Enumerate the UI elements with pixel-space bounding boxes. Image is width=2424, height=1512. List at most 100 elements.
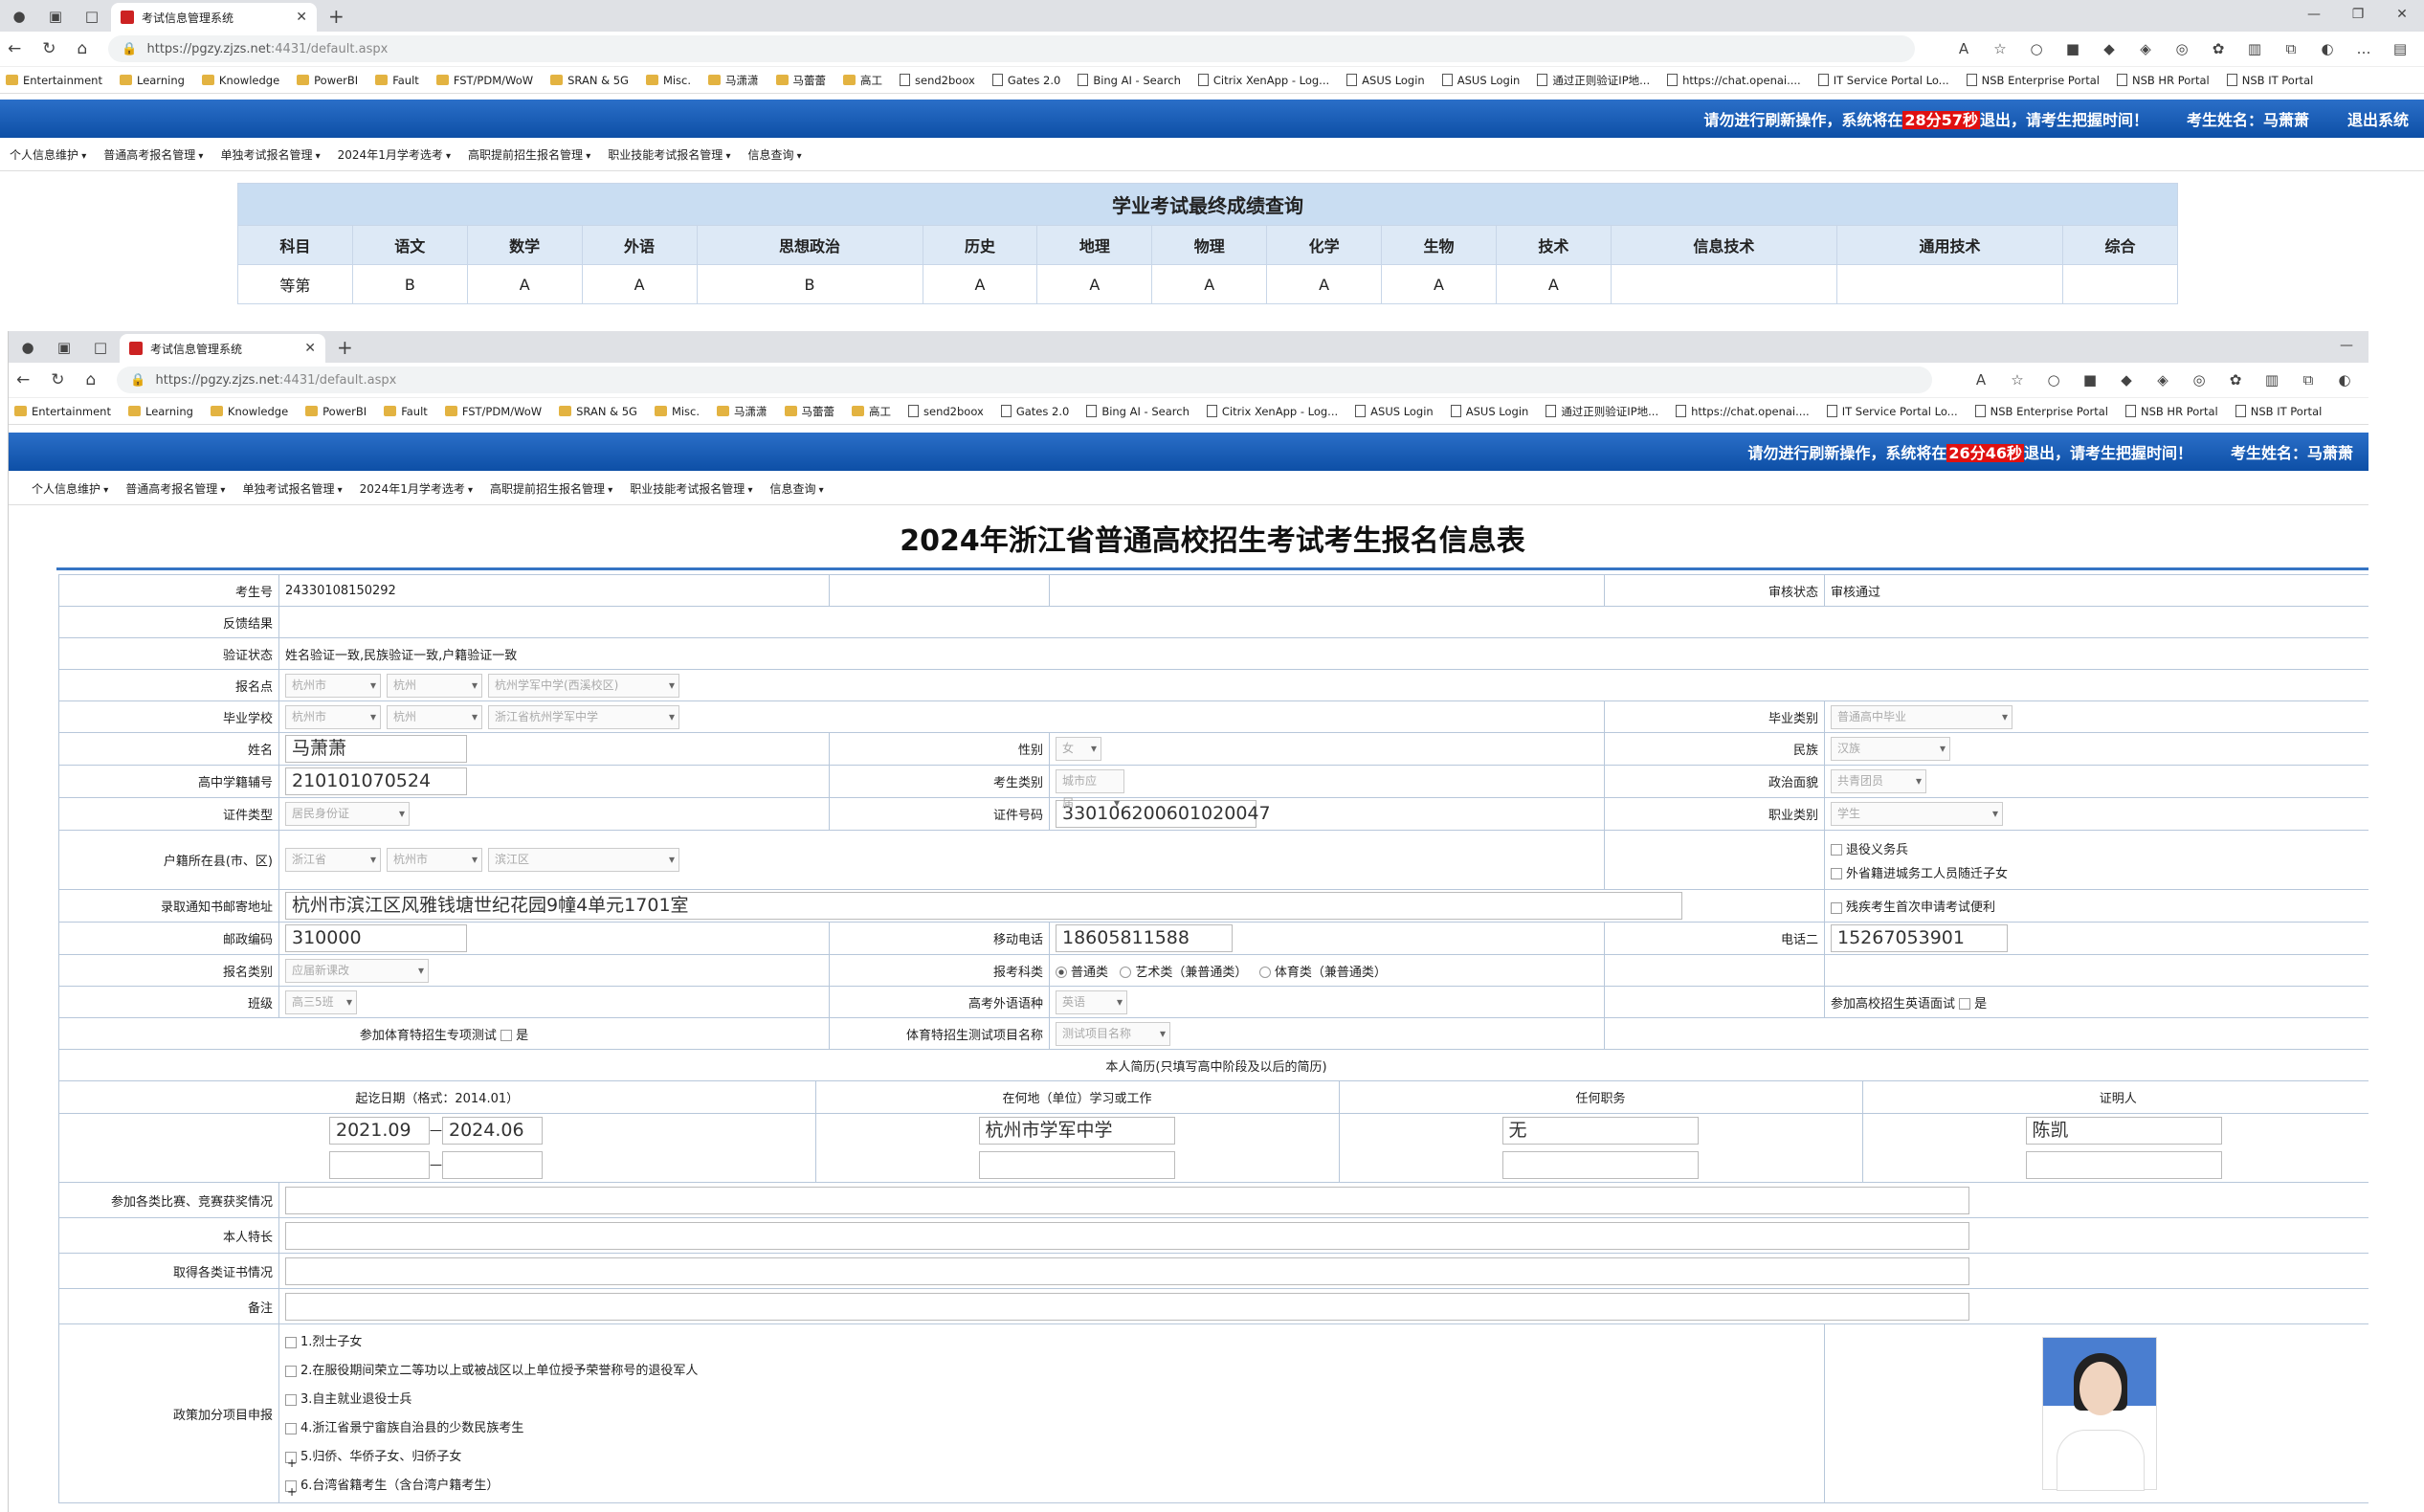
gender-select[interactable]: 女	[1056, 737, 1101, 761]
bookmark-item[interactable]: PowerBI	[305, 405, 367, 418]
tab-actions-icon[interactable]: □	[78, 8, 105, 25]
menu-item[interactable]: 2024年1月学考选考	[338, 146, 451, 163]
bookmark-item[interactable]: send2boox	[908, 405, 984, 418]
menu-item[interactable]: 职业技能考试报名管理	[608, 146, 730, 163]
bookmark-item[interactable]: IT Service Portal Lo...	[1826, 405, 1958, 418]
id-type-select[interactable]: 居民身份证	[285, 802, 410, 826]
political-status-select[interactable]: 共青团员	[1831, 769, 1926, 793]
menu-item[interactable]: 信息查询	[747, 146, 801, 163]
extension-icon[interactable]: ○	[2045, 371, 2062, 389]
bookmark-item[interactable]: Knowledge	[201, 74, 279, 87]
sidebar-icon[interactable]: ▤	[2391, 40, 2409, 57]
menu-item[interactable]: 普通高考报名管理	[125, 480, 225, 497]
category-general-radio[interactable]	[1056, 967, 1067, 978]
graduation-type-select[interactable]: 普通高中毕业	[1831, 704, 2013, 729]
close-tab-icon[interactable]: ✕	[296, 10, 307, 25]
policy-1-checkbox[interactable]	[285, 1336, 297, 1348]
bookmark-item[interactable]: NSB Enterprise Portal	[1974, 405, 2108, 418]
policy-2-checkbox[interactable]	[285, 1365, 297, 1377]
extension-icon[interactable]: ◎	[2190, 371, 2208, 389]
new-tab-button[interactable]: +	[328, 3, 345, 32]
certificates-field[interactable]	[285, 1256, 1969, 1285]
graduation-city-select[interactable]: 杭州市	[285, 704, 381, 729]
tab-exam-system[interactable]: 考试信息管理系统 ✕	[120, 334, 325, 363]
bookmark-item[interactable]: Gates 2.0	[991, 74, 1060, 87]
menu-item[interactable]: 单独考试报名管理	[220, 146, 320, 163]
home-icon[interactable]: ⌂	[78, 39, 88, 58]
bookmark-item[interactable]: 马潇潇	[708, 73, 759, 88]
menu-item[interactable]: 高职提前招生报名管理	[468, 146, 590, 163]
profile-icon[interactable]: ●	[14, 339, 41, 356]
workspaces-icon[interactable]: ▣	[51, 339, 78, 356]
extension-icon[interactable]: ◆	[2118, 371, 2135, 389]
mail-address-field[interactable]: 杭州市滨江区风雅钱塘世纪花园9幢4单元1701室	[285, 892, 1682, 920]
bookmark-item[interactable]: SRAN & 5G	[550, 74, 629, 87]
household-city-select[interactable]: 杭州市	[387, 848, 482, 872]
migrant-child-checkbox[interactable]	[1831, 868, 1842, 879]
profile-icon[interactable]: ●	[6, 8, 33, 25]
bookmark-item[interactable]: FST/PDM/WoW	[444, 405, 542, 418]
ethnicity-select[interactable]: 汉族	[1831, 737, 1950, 761]
bookmark-item[interactable]: 通过正则验证IP地...	[1546, 404, 1658, 419]
read-aloud-icon[interactable]: A	[1972, 371, 1990, 389]
extension-icon[interactable]: ◎	[2173, 40, 2190, 57]
resume-duty-field[interactable]: 无	[1501, 1116, 1699, 1145]
bookmark-item[interactable]: 马蕾蕾	[784, 404, 834, 419]
resume-start-date-field[interactable]: 2021.09	[329, 1116, 430, 1145]
bookmark-item[interactable]: NSB Enterprise Portal	[1966, 74, 2100, 87]
registration-district-select[interactable]: 杭州	[387, 673, 482, 698]
name-field[interactable]: 马萧萧	[285, 735, 467, 763]
extension-icon[interactable]: ◐	[2319, 40, 2336, 57]
bookmark-item[interactable]: ASUS Login	[1355, 405, 1434, 418]
bookmark-item[interactable]: 高工	[843, 73, 882, 88]
phone2-field[interactable]: 15267053901	[1831, 924, 2008, 952]
read-aloud-icon[interactable]: A	[1955, 40, 1972, 57]
bookmark-item[interactable]: PowerBI	[297, 74, 358, 87]
occupation-select[interactable]: 学生	[1831, 802, 2003, 826]
bookmark-item[interactable]: Fault	[384, 405, 428, 418]
close-tab-icon[interactable]: ✕	[304, 341, 316, 356]
extension-icon[interactable]: ✿	[2210, 40, 2227, 57]
candidate-type-select[interactable]: 城市应届	[1056, 769, 1124, 814]
bookmark-item[interactable]: Knowledge	[210, 405, 288, 418]
household-district-select[interactable]: 滨江区	[488, 848, 679, 872]
bookmark-item[interactable]: Learning	[119, 74, 185, 87]
bookmark-item[interactable]: Fault	[375, 74, 419, 87]
graduation-school-select[interactable]: 浙江省杭州学军中学	[488, 704, 679, 729]
bookmark-item[interactable]: Misc.	[645, 74, 691, 87]
bookmark-item[interactable]: SRAN & 5G	[559, 405, 637, 418]
extension-icon[interactable]: ✿	[2227, 371, 2244, 389]
extension-icon[interactable]: ◐	[2336, 371, 2353, 389]
registration-city-select[interactable]: 杭州市	[285, 673, 381, 698]
url-input[interactable]: 🔒 https://pgzy.zjzs.net:4431/default.aspx	[108, 35, 1915, 62]
minimize-icon[interactable]: —	[2324, 331, 2368, 360]
registration-type-select[interactable]: 应届新课改	[285, 958, 429, 983]
bookmark-item[interactable]: NSB IT Portal	[2226, 74, 2313, 87]
mobile-field[interactable]: 18605811588	[1056, 924, 1233, 952]
extension-icon[interactable]: ◆	[2101, 40, 2118, 57]
postcode-field[interactable]: 310000	[285, 924, 467, 952]
bookmark-item[interactable]: ASUS Login	[1346, 74, 1425, 87]
minimize-icon[interactable]: —	[2292, 0, 2336, 29]
bookmark-item[interactable]: Gates 2.0	[1000, 405, 1069, 418]
resume-place-field[interactable]	[978, 1150, 1175, 1179]
refresh-icon[interactable]: ↻	[42, 39, 56, 58]
bookmark-item[interactable]: Entertainment	[6, 74, 102, 87]
category-sports-radio[interactable]	[1258, 967, 1271, 978]
foreign-language-select[interactable]: 英语	[1056, 989, 1127, 1014]
graduation-district-select[interactable]: 杭州	[387, 704, 482, 729]
policy-3-checkbox[interactable]	[285, 1393, 297, 1406]
bookmark-item[interactable]: ASUS Login	[1441, 74, 1520, 87]
resume-end-date-field[interactable]	[442, 1150, 543, 1179]
bookmark-item[interactable]: NSB HR Portal	[2116, 74, 2210, 87]
tab-actions-icon[interactable]: □	[87, 339, 114, 356]
household-province-select[interactable]: 浙江省	[285, 848, 381, 872]
extension-icon[interactable]: ○	[2028, 40, 2045, 57]
veteran-checkbox[interactable]	[1831, 844, 1842, 856]
menu-item[interactable]: 普通高考报名管理	[103, 146, 203, 163]
resume-witness-field[interactable]	[2025, 1150, 2222, 1179]
bookmark-item[interactable]: FST/PDM/WoW	[435, 74, 533, 87]
category-art-radio[interactable]	[1120, 967, 1132, 978]
favorite-star-icon[interactable]: ☆	[2009, 371, 2026, 389]
bookmark-item[interactable]: 通过正则验证IP地...	[1537, 73, 1650, 88]
